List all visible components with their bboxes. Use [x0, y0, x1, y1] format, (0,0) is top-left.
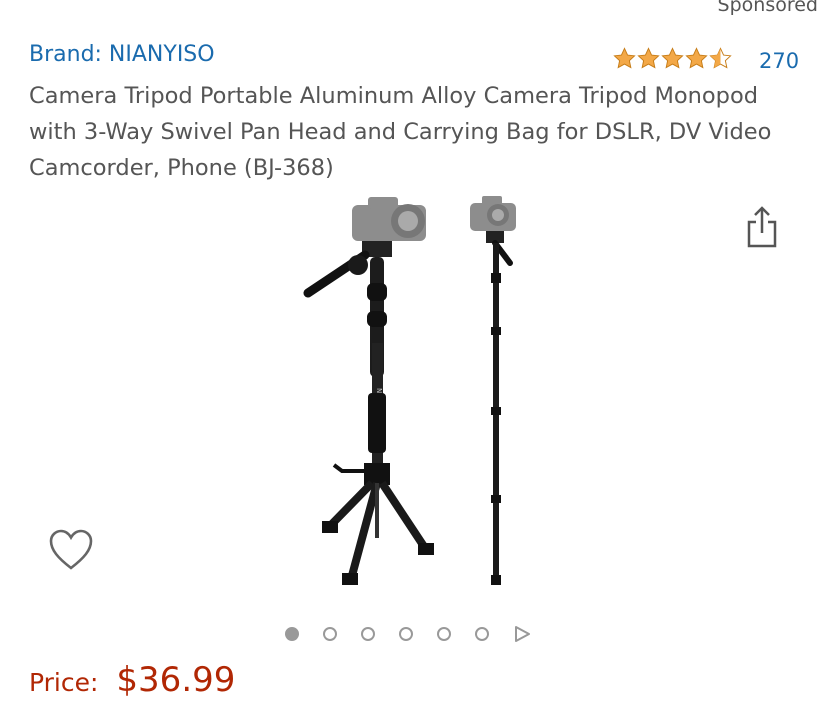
page-dot-6[interactable]	[475, 627, 489, 641]
camera-right	[470, 196, 516, 231]
rating-summary[interactable]: 270	[613, 43, 799, 73]
product-title: Camera Tripod Portable Aluminum Alloy Ca…	[29, 83, 772, 181]
price-label: Price:	[29, 668, 99, 697]
page-dot-3[interactable]	[361, 627, 375, 641]
product-image[interactable]: NIANYISO	[290, 193, 540, 593]
star-icon	[661, 46, 684, 69]
price-row: Price: $36.99	[29, 660, 235, 700]
page-dot-2[interactable]	[323, 627, 337, 641]
star-icon	[637, 46, 660, 69]
camera-left	[352, 197, 426, 241]
star-icon	[613, 46, 636, 69]
brand-link[interactable]: Brand: NIANYISO	[29, 42, 215, 67]
heart-icon	[49, 529, 93, 570]
page-dot-5[interactable]	[437, 627, 451, 641]
image-pagination	[285, 625, 531, 643]
tripod-image: NIANYISO	[303, 196, 516, 585]
price-value: $36.99	[116, 660, 236, 700]
star-icon	[685, 46, 708, 69]
page-dot-1[interactable]	[285, 627, 299, 641]
sponsored-label: Sponsored	[717, 0, 818, 16]
share-button[interactable]	[745, 205, 779, 253]
play-video-icon[interactable]	[513, 625, 531, 643]
rating-count[interactable]: 270	[759, 49, 799, 73]
star-rating	[613, 46, 733, 70]
wishlist-button[interactable]	[48, 528, 94, 576]
page-dot-4[interactable]	[399, 627, 413, 641]
share-icon	[747, 206, 777, 248]
half-star-icon	[709, 46, 732, 69]
